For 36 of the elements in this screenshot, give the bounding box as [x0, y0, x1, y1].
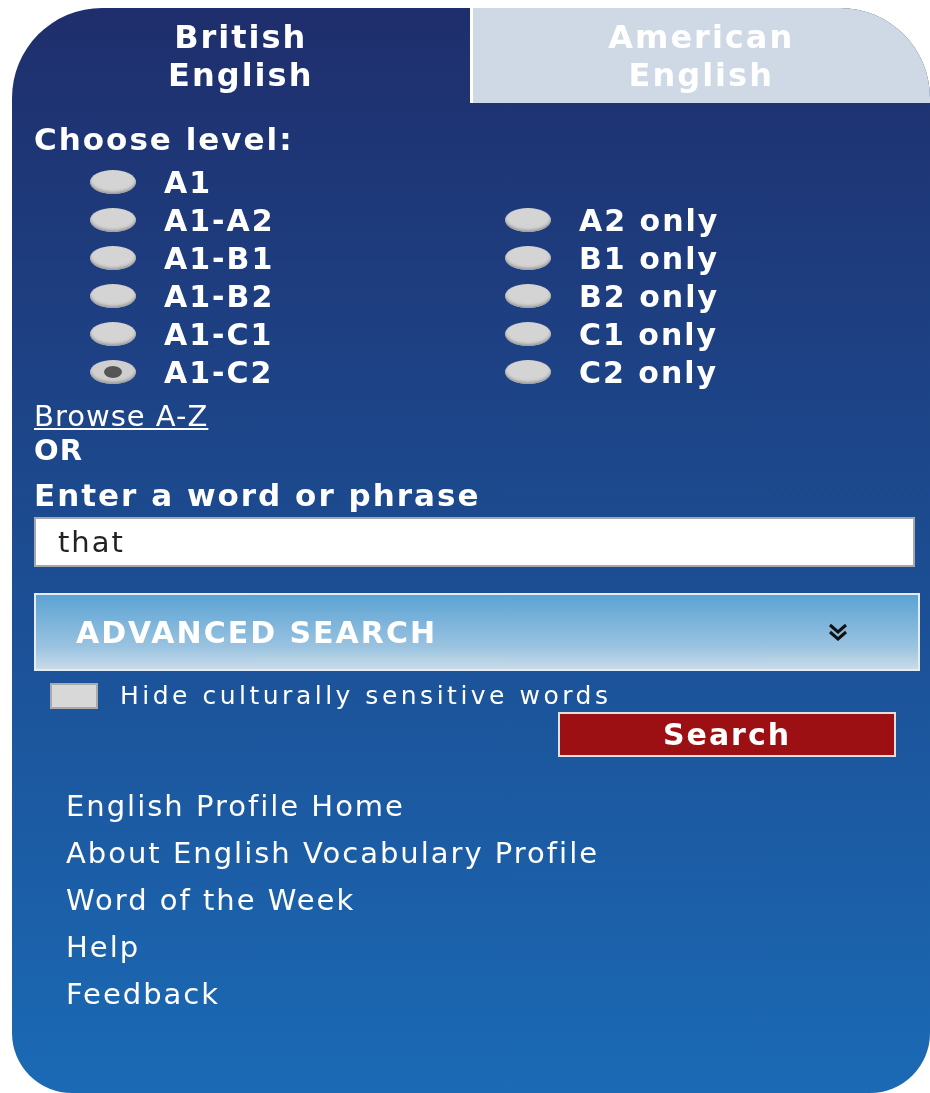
- radio-button[interactable]: [505, 360, 551, 384]
- nav-link[interactable]: Word of the Week: [66, 877, 920, 924]
- nav-link[interactable]: English Profile Home: [66, 783, 920, 830]
- search-label: Enter a word or phrase: [34, 477, 482, 513]
- nav-link[interactable]: Help: [66, 924, 920, 971]
- radio-label: C2 only: [579, 354, 719, 390]
- or-label: OR: [34, 433, 83, 467]
- radio-label: B2 only: [579, 278, 719, 314]
- checkbox[interactable]: [50, 682, 98, 709]
- nav-link[interactable]: Feedback: [66, 971, 920, 1018]
- radio-button[interactable]: [90, 208, 136, 232]
- radio-button[interactable]: [90, 322, 136, 346]
- tab[interactable]: British English: [12, 8, 470, 103]
- radio-label: A1-B2: [164, 278, 275, 314]
- radio-button[interactable]: [505, 284, 551, 308]
- radio-label: A1-A2: [164, 202, 275, 238]
- radio-button[interactable]: [90, 170, 136, 194]
- radio-button[interactable]: [505, 208, 551, 232]
- radio-button[interactable]: [90, 246, 136, 270]
- radio-button[interactable]: [90, 360, 136, 384]
- search-button[interactable]: Search: [558, 712, 896, 757]
- radio-label: B1 only: [579, 240, 719, 276]
- radio-label: A1-C2: [164, 354, 274, 390]
- radio-label: C1 only: [579, 316, 719, 352]
- search-field[interactable]: that: [34, 517, 915, 567]
- checkbox-label: Hide culturally sensitive words: [120, 681, 612, 710]
- nav-link[interactable]: About English Vocabulary Profile: [66, 830, 920, 877]
- radio-button[interactable]: [90, 284, 136, 308]
- radio-button[interactable]: [505, 322, 551, 346]
- radio-label: A1: [164, 164, 213, 200]
- browse-link[interactable]: Browse A-Z: [34, 399, 209, 433]
- radio-button[interactable]: [505, 246, 551, 270]
- radio-label: A1-B1: [164, 240, 275, 276]
- radio-label: A1-C1: [164, 316, 274, 352]
- radio-label: A2 only: [579, 202, 720, 238]
- level-heading: Choose level:: [34, 121, 295, 157]
